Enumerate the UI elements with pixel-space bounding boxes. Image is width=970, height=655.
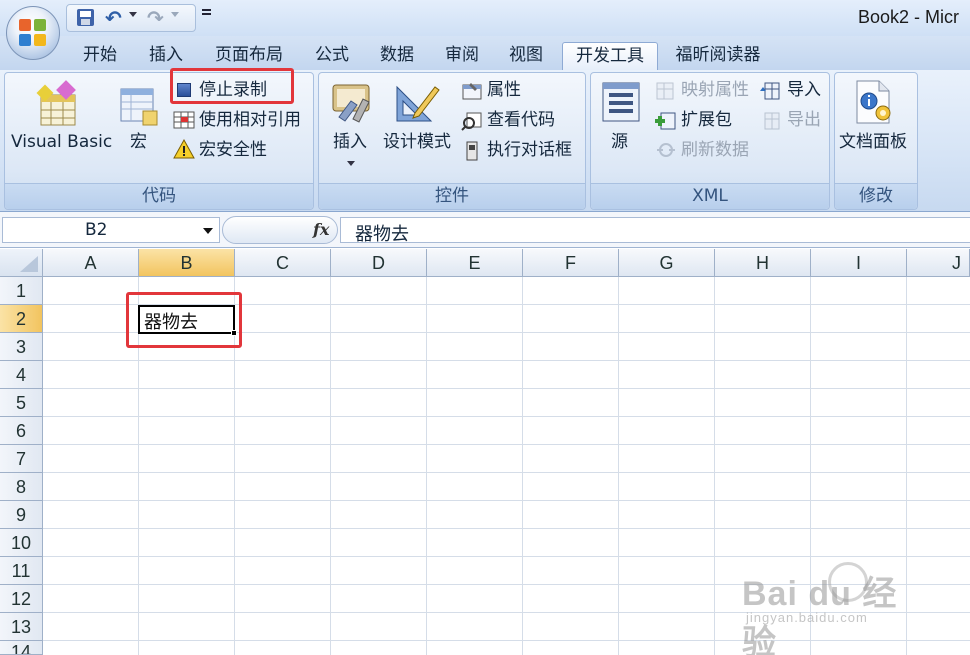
- row-header-2[interactable]: 2: [0, 305, 43, 333]
- office-button[interactable]: [6, 6, 60, 60]
- refresh-data-icon: [655, 141, 677, 159]
- column-header-i[interactable]: I: [811, 249, 907, 277]
- fx-icon[interactable]: fx: [313, 220, 329, 239]
- run-dialog-button[interactable]: 执行对话框: [487, 139, 572, 161]
- column-header-d[interactable]: D: [331, 249, 427, 277]
- row-header-8[interactable]: 8: [0, 473, 43, 501]
- row-header-9[interactable]: 9: [0, 501, 43, 529]
- refresh-data-button: 刷新数据: [681, 140, 749, 160]
- view-code-icon[interactable]: [461, 111, 483, 131]
- office-logo-icon: [19, 19, 47, 47]
- name-box[interactable]: B2: [2, 217, 220, 243]
- visual-basic-label[interactable]: Visual Basic: [11, 131, 112, 153]
- name-box-dropdown-icon[interactable]: [203, 228, 213, 234]
- tab-formulas[interactable]: 公式: [302, 42, 362, 70]
- run-dialog-icon[interactable]: [465, 141, 479, 161]
- tab-view[interactable]: 视图: [496, 42, 556, 70]
- column-header-b[interactable]: B: [139, 249, 235, 277]
- name-box-value: B2: [85, 220, 108, 240]
- quick-access-toolbar: ↶ ↷: [66, 4, 196, 32]
- column-header-g[interactable]: G: [619, 249, 715, 277]
- tab-developer[interactable]: 开发工具: [562, 42, 658, 70]
- tab-home[interactable]: 开始: [70, 42, 130, 70]
- tab-review[interactable]: 审阅: [432, 42, 492, 70]
- redo-icon[interactable]: ↷: [147, 8, 169, 28]
- xml-source-icon[interactable]: [599, 79, 643, 125]
- row-header-10[interactable]: 10: [0, 529, 43, 557]
- expansion-packs-icon[interactable]: [655, 111, 677, 131]
- column-header-c[interactable]: C: [235, 249, 331, 277]
- group-controls: 插入 设计模式 属性 查看代码 执行对话框 控件: [318, 72, 586, 210]
- group-modify-label: 修改: [835, 183, 917, 209]
- formula-input[interactable]: 器物去: [340, 217, 970, 245]
- tab-data[interactable]: 数据: [367, 42, 427, 70]
- formula-input-value: 器物去: [355, 224, 409, 245]
- row-header-11[interactable]: 11: [0, 557, 43, 585]
- save-icon[interactable]: [75, 8, 97, 28]
- row-header-7[interactable]: 7: [0, 445, 43, 473]
- function-wizard-area: fx: [222, 216, 338, 244]
- row-header-13[interactable]: 13: [0, 613, 43, 641]
- macro-security-icon[interactable]: [173, 138, 195, 159]
- design-mode-icon[interactable]: [393, 79, 441, 127]
- formula-bar: B2 fx 器物去: [0, 212, 970, 248]
- baidu-watermark: Bai du 经验 jingyan.baidu.com: [742, 562, 922, 655]
- design-mode-label[interactable]: 设计模式: [383, 131, 451, 153]
- import-button[interactable]: 导入: [787, 79, 821, 101]
- stop-recording-highlight: [170, 68, 294, 104]
- redo-dropdown-icon[interactable]: [171, 12, 179, 17]
- tab-foxit-reader[interactable]: 福昕阅读器: [664, 42, 772, 70]
- row-header-5[interactable]: 5: [0, 389, 43, 417]
- map-properties-button: 映射属性: [681, 80, 749, 100]
- row-header-3[interactable]: 3: [0, 333, 43, 361]
- title-bar: ↶ ↷ Book2 - Micr: [0, 0, 970, 36]
- macros-label[interactable]: 宏: [130, 131, 147, 153]
- document-panel-label[interactable]: 文档面板: [839, 131, 907, 153]
- group-controls-label: 控件: [319, 183, 585, 209]
- row-header-4[interactable]: 4: [0, 361, 43, 389]
- tab-page-layout[interactable]: 页面布局: [204, 42, 294, 70]
- properties-button[interactable]: 属性: [487, 79, 521, 101]
- column-header-f[interactable]: F: [523, 249, 619, 277]
- customize-qat-icon[interactable]: [202, 9, 212, 21]
- macros-icon[interactable]: [117, 85, 161, 129]
- select-all-corner[interactable]: [0, 249, 43, 277]
- insert-control-icon[interactable]: [329, 79, 375, 125]
- row-header-6[interactable]: 6: [0, 417, 43, 445]
- cell-b2-highlight: [126, 292, 242, 348]
- watermark-url: jingyan.baidu.com: [746, 610, 868, 625]
- relative-reference-icon[interactable]: [173, 111, 195, 129]
- column-header-j[interactable]: J: [907, 249, 970, 277]
- row-header-1[interactable]: 1: [0, 277, 43, 305]
- group-modify: 文档面板 修改: [834, 72, 918, 210]
- expansion-packs-button[interactable]: 扩展包: [681, 109, 732, 131]
- export-button: 导出: [787, 110, 821, 130]
- column-header-h[interactable]: H: [715, 249, 811, 277]
- macro-security-button[interactable]: 宏安全性: [199, 139, 267, 161]
- insert-control-dropdown-icon[interactable]: [347, 161, 355, 166]
- map-properties-icon: [655, 81, 675, 101]
- properties-icon[interactable]: [461, 81, 483, 101]
- column-header-a[interactable]: A: [43, 249, 139, 277]
- tab-insert[interactable]: 插入: [136, 42, 196, 70]
- window-title: Book2 - Micr: [858, 7, 960, 27]
- relative-reference-button[interactable]: 使用相对引用: [199, 109, 301, 131]
- group-code-label: 代码: [5, 183, 313, 209]
- ribbon-tab-bar: 开始 插入 页面布局 公式 数据 审阅 视图 开发工具 福昕阅读器: [0, 36, 970, 70]
- export-icon: [759, 111, 781, 131]
- group-xml: 源 映射属性 扩展包 刷新数据 导入 导出 XML: [590, 72, 830, 210]
- import-icon[interactable]: [759, 81, 781, 101]
- undo-dropdown-icon[interactable]: [129, 12, 137, 17]
- visual-basic-icon[interactable]: [35, 79, 85, 129]
- column-header-e[interactable]: E: [427, 249, 523, 277]
- xml-source-label[interactable]: 源: [611, 131, 628, 153]
- insert-control-label[interactable]: 插入: [333, 131, 367, 153]
- ribbon: Visual Basic 宏 停止录制 使用相对引用 宏安全性 代码 插入 设计…: [0, 70, 970, 212]
- view-code-button[interactable]: 查看代码: [487, 109, 555, 131]
- row-header-14[interactable]: 14: [0, 641, 43, 655]
- row-header-12[interactable]: 12: [0, 585, 43, 613]
- document-panel-icon[interactable]: [851, 79, 897, 127]
- group-xml-label: XML: [591, 183, 829, 209]
- undo-icon[interactable]: ↶: [105, 8, 127, 28]
